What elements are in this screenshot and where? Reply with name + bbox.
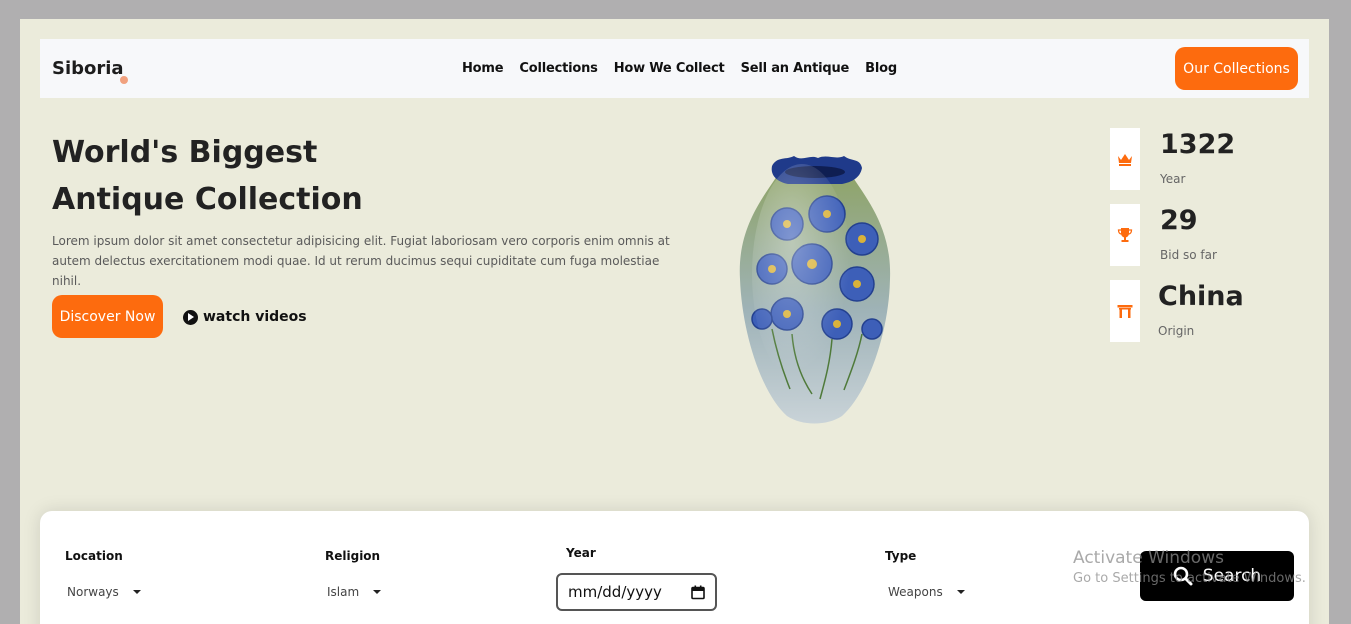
calendar-icon[interactable]	[691, 585, 705, 600]
stat-value-bids: 29	[1160, 205, 1198, 236]
stat-icon-box-year	[1110, 128, 1140, 190]
trophy-icon	[1117, 228, 1133, 242]
watch-videos-link[interactable]: watch videos	[183, 309, 307, 325]
antique-vase-image	[739, 156, 891, 424]
stat-icon-box-origin	[1110, 280, 1140, 342]
gate-icon	[1117, 305, 1133, 318]
location-value: Norways	[67, 585, 119, 599]
crown-icon	[1118, 154, 1132, 166]
play-circle-icon	[183, 309, 198, 325]
search-icon	[1173, 566, 1193, 586]
discover-now-button[interactable]: Discover Now	[52, 295, 163, 338]
hero-title: World's Biggest Antique Collection	[52, 129, 452, 223]
nav-home[interactable]: Home	[462, 61, 504, 76]
search-button-label: Search	[1202, 566, 1262, 586]
year-date-placeholder: mm/dd/yyyy	[568, 583, 662, 601]
location-select[interactable]: Norways	[67, 585, 141, 599]
search-button[interactable]: Search	[1140, 551, 1294, 601]
brand-dot	[120, 76, 128, 84]
hero-title-line1: World's Biggest	[52, 135, 318, 170]
religion-label: Religion	[325, 549, 381, 563]
nav-links: Home Collections How We Collect Sell an …	[462, 61, 897, 76]
stat-icon-box-bids	[1110, 204, 1140, 266]
religion-select[interactable]: Islam	[327, 585, 382, 599]
religion-value: Islam	[327, 585, 360, 599]
watch-videos-label: watch videos	[203, 309, 307, 325]
year-date-input[interactable]: mm/dd/yyyy	[556, 573, 717, 611]
hero-title-line2: Antique Collection	[52, 182, 363, 217]
stat-value-year: 1322	[1160, 129, 1236, 160]
search-panel: Location Norways Religion Islam Year mm/…	[40, 511, 1309, 624]
year-label: Year	[566, 546, 596, 560]
nav-collections[interactable]: Collections	[519, 61, 598, 76]
stat-value-origin: China	[1158, 281, 1244, 312]
type-value: Weapons	[888, 585, 943, 599]
hero-description: Lorem ipsum dolor sit amet consectetur a…	[52, 234, 670, 288]
navbar: Siboria Home Collections How We Collect …	[40, 39, 1309, 98]
nav-blog[interactable]: Blog	[865, 61, 897, 76]
chevron-down-icon	[956, 590, 965, 594]
type-select[interactable]: Weapons	[888, 585, 965, 599]
type-label: Type	[885, 549, 917, 563]
stat-label-bids: Bid so far	[1160, 248, 1217, 262]
nav-how-we-collect[interactable]: How We Collect	[614, 61, 725, 76]
brand-logo[interactable]: Siboria	[52, 58, 124, 79]
our-collections-button[interactable]: Our Collections	[1175, 47, 1298, 90]
chevron-down-icon	[373, 590, 382, 594]
page-frame: Siboria Home Collections How We Collect …	[20, 19, 1329, 624]
location-label: Location	[65, 549, 123, 563]
nav-sell-an-antique[interactable]: Sell an Antique	[741, 61, 850, 76]
chevron-down-icon	[132, 590, 141, 594]
stat-label-origin: Origin	[1158, 324, 1195, 338]
stat-label-year: Year	[1160, 172, 1186, 186]
